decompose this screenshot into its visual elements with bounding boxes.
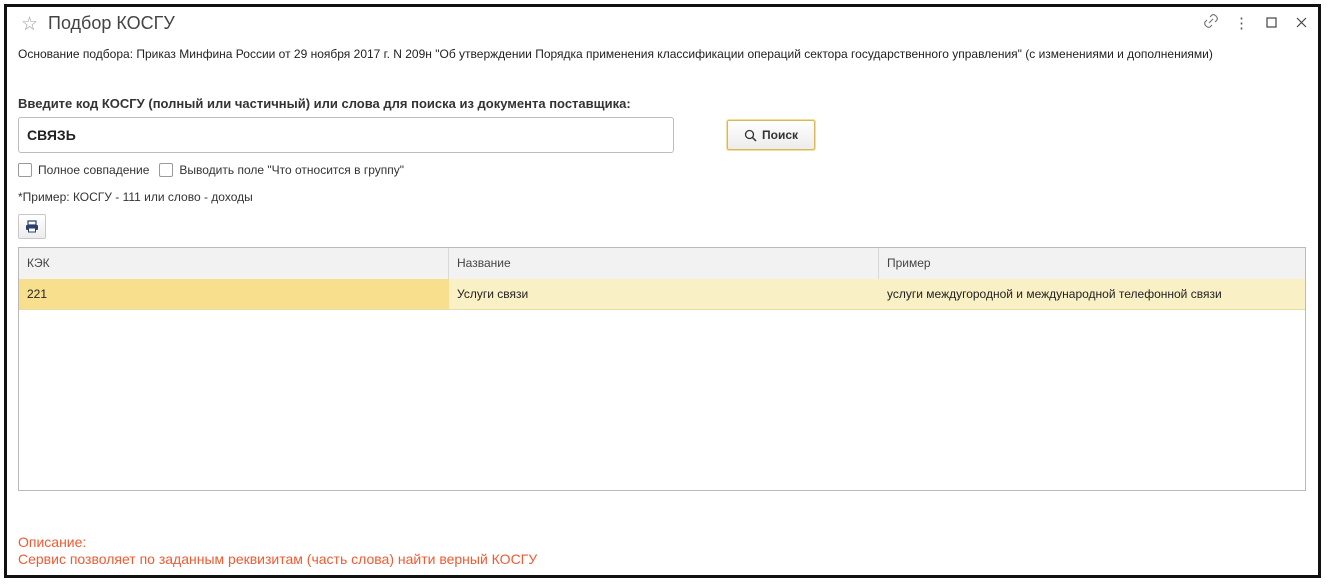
more-icon[interactable]: ⋮ — [1234, 14, 1249, 32]
close-icon[interactable] — [1294, 15, 1308, 32]
star-icon[interactable]: ☆ — [21, 13, 38, 36]
show-field-label: Выводить поле "Что относится в группу" — [179, 163, 404, 177]
table-row[interactable]: 221 Услуги связи услуги междугородной и … — [19, 279, 1305, 310]
column-header-example[interactable]: Пример — [879, 248, 1305, 279]
maximize-icon[interactable] — [1264, 15, 1278, 32]
column-header-code[interactable]: КЭК — [19, 248, 449, 279]
search-options: Полное совпадение Выводить поле "Что отн… — [18, 163, 404, 177]
full-match-checkbox[interactable]: Полное совпадение — [18, 163, 149, 177]
window: ☆ Подбор КОСГУ ⋮ Основание подбора: Прик… — [4, 4, 1321, 578]
column-header-name[interactable]: Название — [449, 248, 879, 279]
title-bar: ☆ Подбор КОСГУ ⋮ — [7, 7, 1318, 41]
search-prompt: Введите код КОСГУ (полный или частичный)… — [18, 96, 631, 111]
show-field-checkbox[interactable]: Выводить поле "Что относится в группу" — [159, 163, 404, 177]
basis-text: Основание подбора: Приказ Минфина России… — [18, 47, 1213, 61]
window-actions: ⋮ — [1204, 14, 1308, 32]
search-icon — [744, 129, 757, 142]
checkbox-box[interactable] — [159, 163, 174, 177]
example-text: *Пример: КОСГУ - 111 или слово - доходы — [18, 190, 253, 204]
search-input[interactable]: СВЯЗЬ — [18, 117, 674, 153]
description: Описание: Сервис позволяет по заданным р… — [18, 534, 537, 568]
cell-name[interactable]: Услуги связи — [449, 279, 879, 309]
table-header: КЭК Название Пример — [19, 248, 1305, 280]
cell-code[interactable]: 221 — [19, 279, 449, 309]
search-button[interactable]: Поиск — [727, 120, 815, 150]
results-table: КЭК Название Пример 221 Услуги связи усл… — [18, 247, 1306, 491]
printer-icon — [26, 220, 38, 233]
link-icon[interactable] — [1204, 14, 1218, 32]
full-match-label: Полное совпадение — [38, 163, 150, 177]
cell-example[interactable]: услуги междугородной и международной тел… — [879, 279, 1305, 309]
description-text: Сервис позволяет по заданным реквизитам … — [18, 551, 538, 567]
checkbox-box[interactable] — [18, 163, 32, 177]
window-title: Подбор КОСГУ — [48, 13, 175, 33]
search-button-label: Поиск — [761, 128, 798, 142]
print-button[interactable] — [18, 214, 46, 239]
description-label: Описание: — [18, 534, 87, 550]
